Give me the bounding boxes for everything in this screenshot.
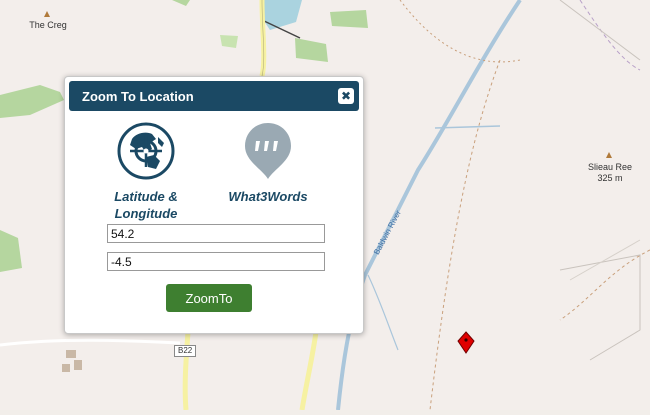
dialog-header: Zoom To Location ✖ xyxy=(69,81,359,111)
what3words-pin-icon xyxy=(245,123,291,179)
latitude-input[interactable] xyxy=(107,224,325,243)
zoom-to-button[interactable]: ZoomTo xyxy=(166,284,252,312)
close-button[interactable]: ✖ xyxy=(338,88,354,104)
peak-icon xyxy=(44,11,50,17)
latlon-option[interactable]: Latitude & Longitude xyxy=(93,121,199,222)
place-label-slieau-ree-height: 325 m xyxy=(597,173,623,183)
place-label-slieau-ree: Slieau Ree xyxy=(587,162,633,172)
location-marker-icon[interactable] xyxy=(456,331,476,355)
globe-crosshair-icon xyxy=(117,122,175,180)
latlon-option-label: Latitude & Longitude xyxy=(114,189,178,221)
what3words-option-label: What3Words xyxy=(228,189,308,204)
dialog-title: Zoom To Location xyxy=(82,89,194,104)
what3words-option[interactable]: What3Words xyxy=(215,121,321,205)
peak-icon xyxy=(606,152,612,158)
longitude-input[interactable] xyxy=(107,252,325,271)
place-label-the-creg: The Creg xyxy=(29,20,67,30)
zoom-to-location-dialog: Zoom To Location ✖ Latitude & Longitude … xyxy=(64,76,364,334)
road-shield-b22: B22 xyxy=(174,345,197,357)
